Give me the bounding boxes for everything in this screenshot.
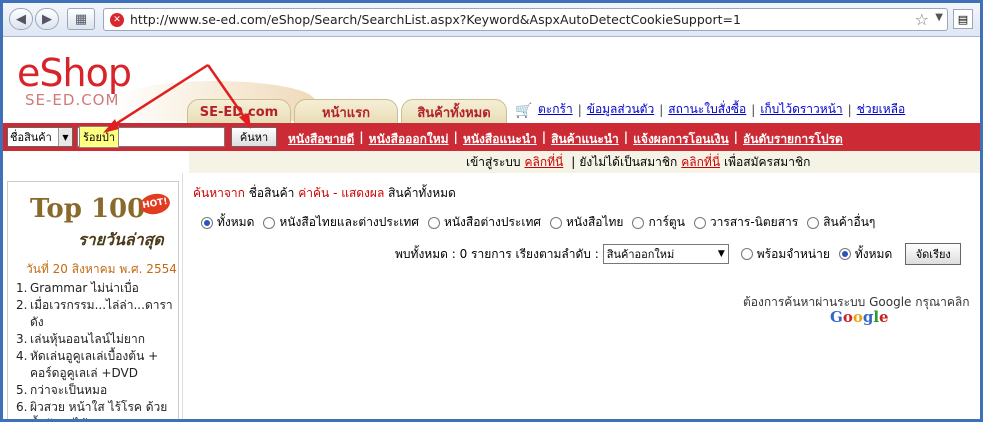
top100-title: Top 100 — [30, 194, 146, 224]
search-type-value: ชื่อสินค้า — [10, 131, 52, 144]
top-links: 🛒 ตะกร้า | ข้อมูลส่วนตัว | สถานะใบสั่งซื้อ… — [515, 100, 906, 119]
daily-label: รายวันล่าสุด — [78, 230, 164, 249]
forward-button[interactable]: ▶ — [35, 8, 59, 30]
saved-link[interactable]: เก็บไว้ดราวหน้า — [760, 100, 842, 119]
address-bar[interactable]: ✕ http://www.se-ed.com/eShop/Search/Sear… — [103, 8, 948, 31]
search-type-select[interactable]: ชื่อสินค้า ▼ — [7, 127, 73, 147]
url-text: http://www.se-ed.com/eShop/Search/Search… — [130, 12, 741, 27]
radio-selected[interactable] — [201, 216, 213, 229]
list-item[interactable]: 6.ผิวสวย หน้าใส ไร้โรค ด้วยน้ำผักผลไม้ — [16, 399, 181, 419]
help-link[interactable]: ช่วยเหลือ — [857, 100, 906, 119]
tab-se-ed[interactable]: SE-ED.com — [187, 99, 291, 125]
dropdown-icon[interactable]: ▼ — [935, 12, 943, 23]
star-icon[interactable]: ☆ — [915, 10, 929, 29]
not-member-text: ยังไม่ได้เป็นสมาชิก — [579, 154, 678, 169]
top100-box: Top 100 HOT! รายวันล่าสุด วันที่ 20 สิงห… — [7, 181, 181, 419]
sort-select[interactable]: สินค้าออกใหม่ ▼ — [602, 244, 729, 264]
main-nav: หนังสือขายดี | หนังสือออกใหม่ | หนังสือแนะ… — [288, 130, 843, 149]
tab-home[interactable]: หน้าแรก — [294, 99, 398, 125]
category-filter: ทั้งหมด หนังสือไทยและต่างประเทศ หนังสือต… — [201, 213, 884, 232]
sort-button[interactable]: จัดเรียง — [905, 243, 962, 265]
search-button[interactable]: ค้นหา — [231, 127, 277, 147]
blocked-site-icon: ✕ — [110, 12, 124, 27]
list-item[interactable]: 5. กว่าจะเป็นหมอ — [16, 382, 181, 399]
chevron-down-icon: ▼ — [58, 128, 72, 146]
results-row: พบทั้งหมด : 0 รายการ เรียงตามลำดับ : สิน… — [395, 243, 962, 265]
chevron-down-icon: ▼ — [717, 249, 725, 259]
browser-window: ◀ ▶ ▦ ✕ http://www.se-ed.com/eShop/Searc… — [0, 0, 983, 422]
category-option[interactable]: ทั้งหมด — [201, 213, 254, 232]
tab-overview-button[interactable]: ▦ — [67, 8, 95, 30]
browser-toolbar: ◀ ▶ ▦ ✕ http://www.se-ed.com/eShop/Searc… — [3, 3, 980, 37]
back-button[interactable]: ◀ — [9, 8, 33, 30]
register-text: เพื่อสมัครสมาชิก — [724, 154, 811, 169]
logo-main: eShop — [17, 51, 132, 95]
cart-link[interactable]: ตะกร้า — [538, 100, 573, 119]
results-count: พบทั้งหมด : 0 รายการ เรียงตามลำดับ : — [395, 246, 599, 261]
profile-link[interactable]: ข้อมูลส่วนตัว — [587, 100, 654, 119]
list-item[interactable]: 2. เมื่อเวรกรรม...ไล่ล่า...ดาราดัง — [16, 297, 181, 331]
category-option[interactable]: หนังสือไทย — [549, 213, 623, 232]
list-item[interactable]: 1. Grammar ไม่น่าเบื่อ — [16, 280, 181, 297]
nav-new-books[interactable]: หนังสือออกใหม่ — [369, 130, 449, 149]
category-option[interactable]: สินค้าอื่นๆ — [807, 213, 875, 232]
search-summary: ค้นหาจาก ชื่อสินค้า ค่าค้น - แสดงผล สินค… — [193, 186, 456, 200]
top100-list: 1. Grammar ไม่น่าเบื่อ 2. เมื่อเวรกรรม...ไ… — [16, 280, 181, 419]
available-option[interactable]: พร้อมจำหน่าย — [740, 245, 830, 264]
eshop-logo[interactable]: eShop SE-ED.COM — [17, 51, 132, 109]
category-option[interactable]: หนังสือต่างประเทศ — [427, 213, 541, 232]
list-item[interactable]: 4. หัดเล่นอูคูเลเล่เบื้องต้น + คอร์ดอูคูเ… — [16, 348, 181, 382]
autocomplete-tooltip: ร้อยป่า — [79, 126, 119, 148]
left-column: Top 100 HOT! รายวันล่าสุด วันที่ 20 สิงห… — [3, 173, 183, 419]
nav-bestseller[interactable]: หนังสือขายดี — [288, 130, 354, 149]
tab-all-products[interactable]: สินค้าทั้งหมด — [401, 99, 507, 125]
nav-recommended-books[interactable]: หนังสือแนะนำ — [463, 130, 537, 149]
category-option[interactable]: วารสาร-นิตยสาร — [693, 213, 798, 232]
google-logo[interactable]: Google — [830, 308, 889, 326]
category-option[interactable]: หนังสือไทยและต่างประเทศ — [263, 213, 419, 232]
page-menu-icon[interactable]: ▤ — [953, 9, 973, 29]
login-text: เข้าสู่ระบบ — [466, 154, 521, 169]
register-link[interactable]: คลิกที่นี่ — [681, 153, 720, 172]
cart-icon: 🛒 — [515, 102, 533, 119]
list-item[interactable]: 3. เล่นหุ้นออนไลน์ไม่ยาก — [16, 331, 181, 348]
category-option[interactable]: การ์ตูน — [632, 213, 685, 232]
nav-favorites-ranking[interactable]: อันดับรายการโปรด — [743, 130, 843, 149]
order-status-link[interactable]: สถานะใบสั่งซื้อ — [668, 100, 746, 119]
nav-recommended-products[interactable]: สินค้าแนะนำ — [551, 130, 619, 149]
all-option[interactable]: ทั้งหมด — [838, 245, 892, 264]
top100-date: วันที่ 20 สิงหาคม พ.ศ. 2554 — [26, 262, 177, 276]
login-link[interactable]: คลิกที่นี่ — [525, 153, 564, 172]
logo-sub: SE-ED.COM — [25, 91, 120, 109]
login-bar: เข้าสู่ระบบ คลิกที่นี่ | ยังไม่ได้เป็นสม… — [189, 151, 980, 173]
nav-payment-notify[interactable]: แจ้งผลการโอนเงิน — [633, 130, 728, 149]
